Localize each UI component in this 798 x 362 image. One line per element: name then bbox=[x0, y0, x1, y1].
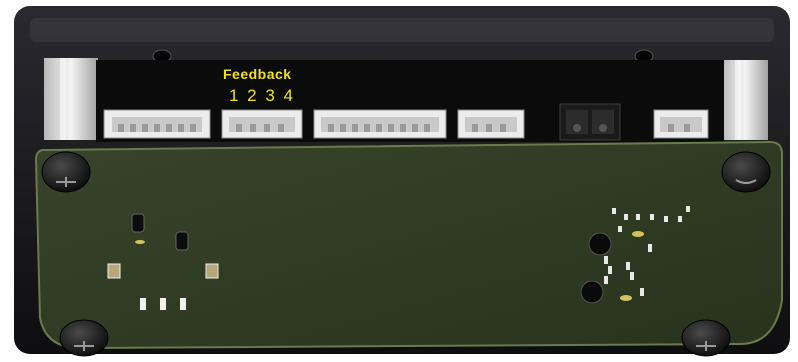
pcb-board bbox=[34, 140, 783, 350]
feedback-label: Feedback bbox=[223, 66, 292, 82]
power-connector bbox=[559, 103, 621, 141]
connector-feedback bbox=[221, 109, 303, 139]
standoff-right bbox=[722, 60, 768, 140]
screw-top-left bbox=[41, 151, 91, 193]
enclosure-illustration bbox=[14, 6, 790, 357]
feedback-channel-numbers: 1 2 3 4 bbox=[229, 86, 295, 105]
product-render: Feedback 1 2 3 4 bbox=[0, 0, 798, 362]
screw-bottom-right bbox=[681, 319, 731, 357]
standoff-left bbox=[44, 58, 98, 140]
connector-5 bbox=[653, 109, 709, 139]
screw-bottom-left bbox=[59, 319, 109, 357]
screw-top-right bbox=[721, 151, 771, 193]
